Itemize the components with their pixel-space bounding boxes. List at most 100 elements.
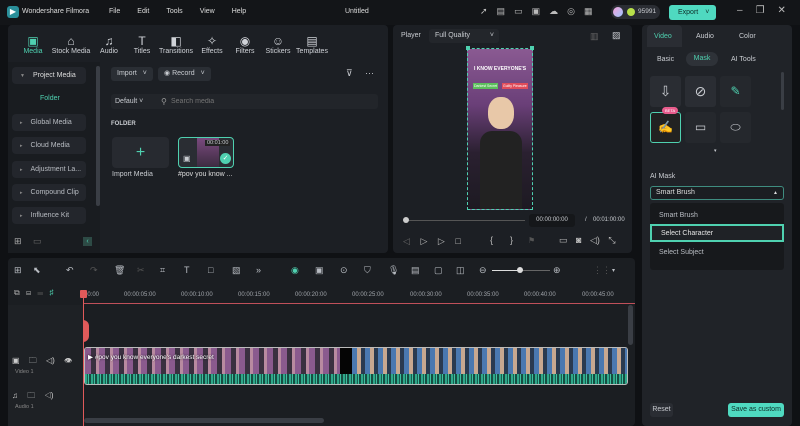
snap-icon[interactable]: ◉ — [291, 265, 299, 276]
close-icon[interactable]: ✕ — [778, 5, 799, 16]
microphone-icon[interactable]: 🎙 — [388, 265, 399, 276]
playhead-handle[interactable] — [403, 217, 409, 223]
tab-transitions[interactable]: ◧ Transitions — [156, 34, 196, 55]
menu-file[interactable]: File — [109, 8, 120, 15]
timeline-playhead[interactable] — [83, 292, 84, 426]
save-as-custom-button[interactable]: Save as custom — [728, 403, 784, 417]
playback-slider[interactable] — [405, 220, 525, 221]
magnet-icon[interactable]: ♯ — [50, 288, 54, 297]
restore-icon[interactable]: ❐ — [756, 5, 778, 16]
notes-icon[interactable]: ▤ — [497, 6, 515, 16]
subtab-mask[interactable]: Mask — [686, 52, 718, 66]
more-icon[interactable]: ··· — [365, 68, 374, 78]
tab-color[interactable]: Color — [739, 33, 756, 40]
eye-icon[interactable]: 👁 — [64, 356, 72, 365]
mask-brush-button[interactable]: ✍ — [650, 112, 681, 143]
quality-dropdown[interactable]: Full Quality ˅ — [429, 29, 499, 43]
text-tool-icon[interactable]: T — [184, 265, 190, 275]
folder-icon[interactable]: ▭ — [33, 236, 42, 247]
option-select-subject[interactable]: Select Subject — [650, 244, 784, 262]
cut-icon[interactable]: ✂ — [137, 265, 145, 276]
auto-reframe-icon[interactable]: ▣ — [315, 265, 324, 276]
sidebar-project-media[interactable]: ▼ Project Media — [12, 67, 86, 84]
crop-icon[interactable]: ⌗ — [160, 265, 165, 276]
import-button[interactable]: Import ˅ — [111, 67, 153, 81]
zoom-slider-handle[interactable] — [517, 267, 523, 273]
display-icon[interactable]: ▭ — [559, 235, 568, 245]
mask-ellipse-button[interactable]: ⬭ — [720, 112, 751, 143]
layout-icon[interactable]: ⊞ — [14, 265, 22, 276]
speed-icon[interactable]: ▧ — [232, 265, 241, 276]
grid-icon[interactable]: ▥ — [590, 31, 599, 42]
tab-video[interactable]: Video — [654, 33, 672, 40]
title-icons[interactable]: ➚▤▭▣☁◎▦ — [480, 6, 601, 17]
sidebar-cloud-media[interactable]: ▸ Cloud Media — [12, 137, 86, 154]
options-icon[interactable]: ▾ — [612, 267, 615, 274]
mask-rectangle-button[interactable]: ▭ — [685, 112, 716, 143]
mark-out-icon[interactable]: } — [510, 235, 513, 245]
import-media-button[interactable]: + — [112, 137, 169, 168]
expand-icon[interactable]: ▾ — [714, 148, 717, 154]
timeline-vertical-scrollbar[interactable] — [628, 305, 633, 345]
scope-icon[interactable]: ▨ — [612, 30, 621, 41]
audio-edit-icon[interactable]: ▤ — [411, 265, 420, 276]
stop-icon[interactable]: □ — [455, 236, 460, 246]
record-button[interactable]: ◉ Record ˅ — [158, 67, 211, 81]
filter-sort-icon[interactable]: ⊽ — [346, 68, 353, 79]
tab-stock-media[interactable]: ⌂ Stock Media — [51, 34, 91, 55]
snapshot-icon[interactable]: ◙ — [576, 235, 581, 245]
avatar[interactable] — [613, 7, 623, 17]
mute-icon[interactable]: ◁) — [44, 391, 53, 400]
mask-pen-button[interactable]: ✎ — [720, 76, 751, 107]
undo-icon[interactable]: ↶ — [66, 265, 74, 276]
collapse-sidebar-button[interactable]: ‹ — [83, 237, 92, 246]
video-clip[interactable]: ▶ #pov you know everyone's darkest secre… — [84, 347, 628, 385]
mask-none-button[interactable]: ⊘ — [685, 76, 716, 107]
timeline-scrollbar[interactable] — [84, 418, 324, 423]
save-icon[interactable]: ▣ — [532, 6, 550, 16]
volume-icon[interactable]: ◁) — [590, 235, 600, 245]
subtab-ai-tools[interactable]: AI Tools — [731, 56, 756, 63]
sidebar-global-media[interactable]: ▸ Global Media — [12, 114, 86, 131]
split-view-icon[interactable]: ◫ — [456, 265, 465, 276]
playhead-marker[interactable] — [80, 290, 87, 298]
select-tool-icon[interactable]: ⬉ — [33, 265, 41, 276]
sort-dropdown[interactable]: Default ˅ — [115, 98, 143, 105]
link-icon[interactable]: ⊟ — [26, 288, 31, 297]
sidebar-folder[interactable]: Folder — [40, 95, 60, 102]
apps-icon[interactable]: ▦ — [584, 6, 602, 16]
more-tools-icon[interactable]: » — [256, 265, 261, 275]
sidebar-compound-clip[interactable]: ▸ Compound Clip — [12, 184, 86, 201]
ai-clip-icon[interactable]: ▢ — [434, 265, 443, 276]
sidebar-scrollbar[interactable] — [96, 66, 100, 206]
marker-tl-icon[interactable]: ⛉ — [364, 265, 371, 276]
export-button[interactable]: Export ˅ — [669, 5, 716, 20]
credits-badge[interactable]: 95991 — [611, 5, 660, 19]
play-icon[interactable]: ▷ — [438, 236, 445, 246]
sidebar-adjustment-layer[interactable]: ▸ Adjustment La... — [12, 161, 86, 178]
media-clip-thumbnail[interactable]: 00:01:00 ▣ ✓ — [178, 137, 234, 168]
lock-icon[interactable]: 🗀 — [27, 391, 35, 400]
next-frame-icon[interactable]: ▷ — [420, 236, 427, 246]
layout-icon[interactable]: ▭ — [514, 6, 532, 16]
panel-scrollbar[interactable] — [781, 72, 784, 110]
lock-icon[interactable]: 🗀 — [29, 356, 37, 365]
option-select-character[interactable]: Select Character — [650, 224, 784, 242]
option-smart-brush[interactable]: Smart Brush — [650, 207, 784, 225]
fullscreen-icon[interactable]: ⤡ — [608, 235, 615, 245]
cloud-icon[interactable]: ☁ — [549, 6, 567, 16]
zoom-in-icon[interactable]: ⊕ — [553, 265, 561, 276]
mute-icon[interactable]: ◁) — [46, 356, 55, 365]
reset-button[interactable]: Reset — [650, 403, 673, 417]
redo-icon[interactable]: ↷ — [90, 265, 98, 276]
menu-help[interactable]: Help — [232, 8, 246, 15]
subtab-basic[interactable]: Basic — [657, 56, 674, 63]
feedback-icon[interactable]: ➚ — [480, 6, 497, 16]
tab-audio[interactable]: Audio — [696, 33, 714, 40]
mask-import-button[interactable]: ⇩ — [650, 76, 681, 107]
add-track-icon[interactable]: ⧉ — [14, 288, 20, 297]
menu-view[interactable]: View — [200, 8, 215, 15]
delete-icon[interactable]: 🗑 — [114, 265, 125, 276]
track-manage-icon[interactable]: ☰ — [37, 288, 43, 297]
new-folder-icon[interactable]: ⊞ — [14, 236, 22, 247]
